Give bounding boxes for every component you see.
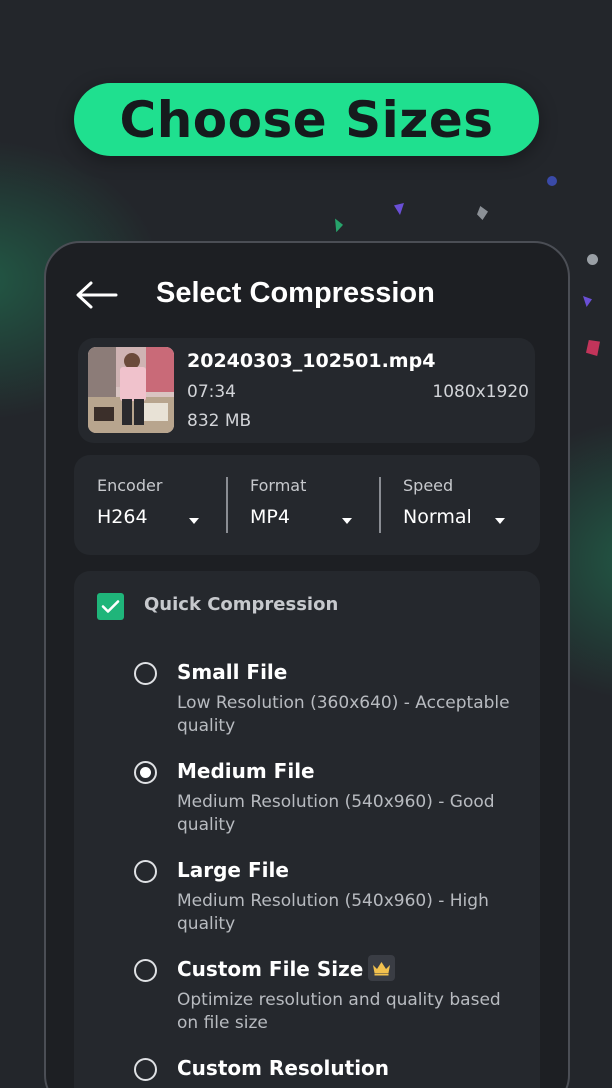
option-title: Custom File Size xyxy=(177,957,364,981)
option-custom-resolution[interactable]: Custom Resolution xyxy=(74,1056,540,1088)
format-value: MP4 xyxy=(250,506,290,528)
speed-label: Speed xyxy=(403,476,454,495)
file-size: 832 MB xyxy=(187,411,252,431)
quick-compression-checkbox[interactable] xyxy=(97,593,124,620)
encoder-dropdown[interactable]: Encoder H264 xyxy=(74,455,227,555)
radio-button[interactable] xyxy=(134,662,157,685)
checkmark-icon xyxy=(101,600,120,613)
caret-down-icon xyxy=(342,518,352,524)
option-title: Large File xyxy=(177,858,289,882)
option-custom-file-size[interactable]: Custom File Size Optimize resolution and… xyxy=(74,955,540,1037)
confetti-piece xyxy=(547,176,557,186)
option-title: Medium File xyxy=(177,759,315,783)
option-title: Custom Resolution xyxy=(177,1056,390,1080)
option-medium-file[interactable]: Medium File Medium Resolution (540x960) … xyxy=(74,759,540,839)
radio-button[interactable] xyxy=(134,959,157,982)
radio-button[interactable] xyxy=(134,860,157,883)
back-button[interactable] xyxy=(74,279,118,311)
file-name: 20240303_102501.mp4 xyxy=(187,350,436,372)
speed-value: Normal xyxy=(403,506,472,528)
file-resolution: 1080x1920 xyxy=(432,382,529,402)
file-duration: 07:34 xyxy=(187,382,236,402)
option-description: Medium Resolution (540x960) - Good quali… xyxy=(177,792,495,835)
option-small-file[interactable]: Small File Low Resolution (360x640) - Ac… xyxy=(74,660,540,740)
confetti-piece xyxy=(587,254,598,265)
encoder-value: H264 xyxy=(97,506,148,528)
phone-frame: Select Compression 20240303_102501.mp4 0… xyxy=(44,241,570,1088)
option-title: Small File xyxy=(177,660,288,684)
video-thumbnail[interactable] xyxy=(88,347,174,433)
file-info-card: 20240303_102501.mp4 07:34 1080x1920 832 … xyxy=(78,338,535,443)
speed-dropdown[interactable]: Speed Normal xyxy=(381,455,540,555)
radio-button[interactable] xyxy=(134,1058,157,1081)
option-large-file[interactable]: Large File Medium Resolution (540x960) -… xyxy=(74,858,540,938)
arrow-left-icon xyxy=(76,281,118,309)
compression-options-card: Quick Compression Small File Low Resolut… xyxy=(74,571,540,1088)
caret-down-icon xyxy=(495,518,505,524)
radio-button-selected[interactable] xyxy=(134,761,157,784)
crown-icon xyxy=(373,961,390,975)
option-description: Low Resolution (360x640) - Acceptable qu… xyxy=(177,693,510,736)
banner-title: Choose Sizes xyxy=(119,90,494,149)
format-dropdown[interactable]: Format MP4 xyxy=(228,455,380,555)
encoder-label: Encoder xyxy=(97,476,163,495)
format-label: Format xyxy=(250,476,307,495)
thumbnail-image xyxy=(88,347,174,433)
page-title: Select Compression xyxy=(156,277,435,309)
option-description: Optimize resolution and quality based on… xyxy=(177,990,501,1033)
quick-compression-label: Quick Compression xyxy=(144,594,339,615)
caret-down-icon xyxy=(189,518,199,524)
premium-badge xyxy=(368,955,395,981)
encoding-settings: Encoder H264 Format MP4 Speed Normal xyxy=(74,455,540,555)
promo-banner: Choose Sizes xyxy=(74,83,539,156)
option-description: Medium Resolution (540x960) - High quali… xyxy=(177,891,489,934)
